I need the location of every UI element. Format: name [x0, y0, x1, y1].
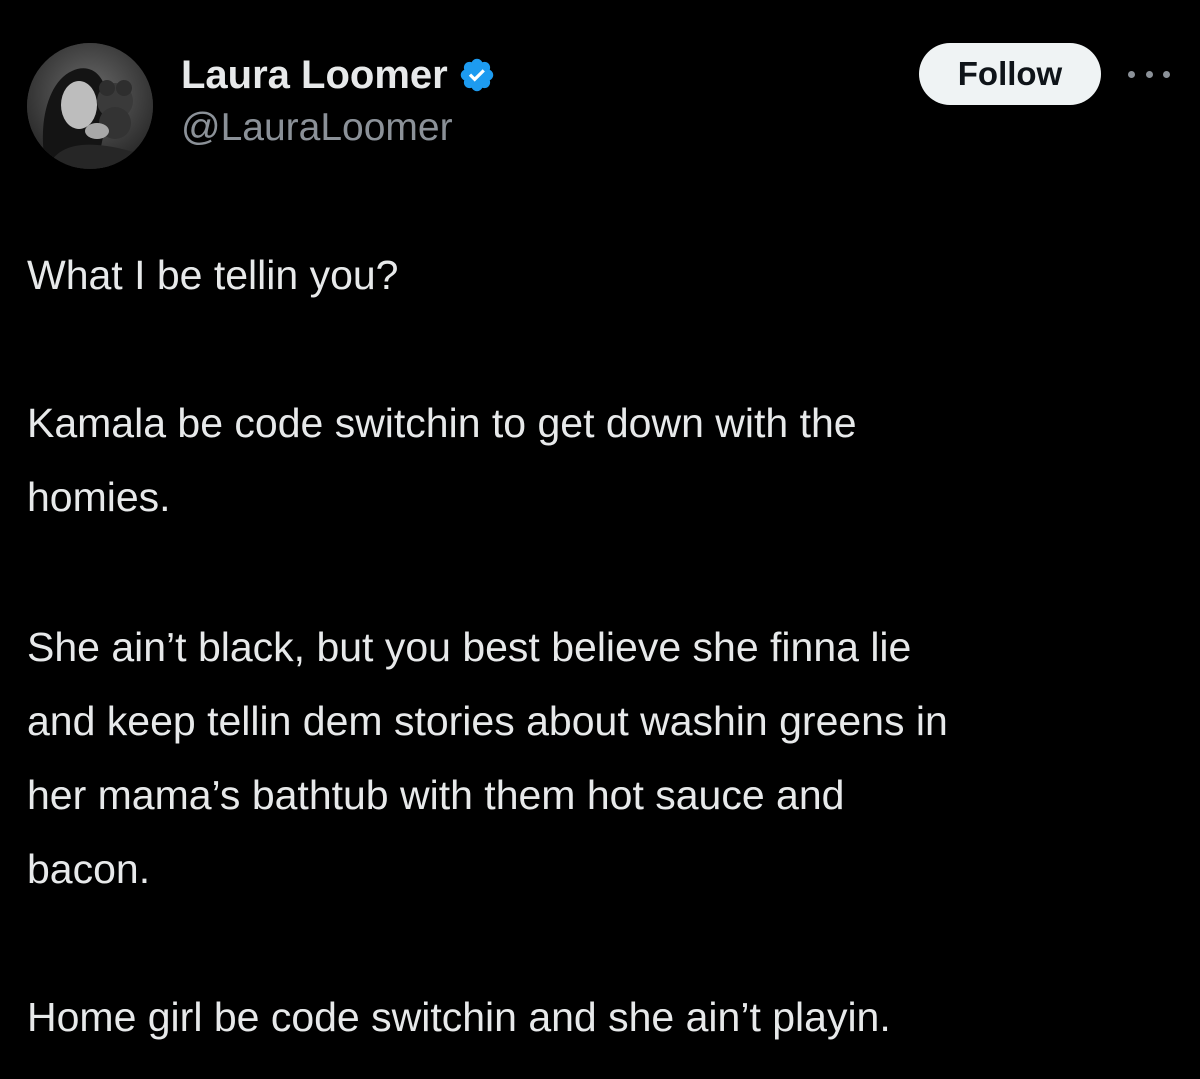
- follow-button[interactable]: Follow: [919, 43, 1101, 105]
- avatar[interactable]: [27, 43, 153, 169]
- tweet: Laura Loomer @LauraLoomer Follow What I …: [0, 0, 1200, 1079]
- tweet-paragraph-4: Home girl be code switchin and she ain’t…: [27, 980, 891, 1054]
- text-line: What I be tellin you?: [27, 252, 399, 298]
- text-line: and keep tellin dem stories about washin…: [27, 698, 948, 744]
- text-line: Kamala be code switchin to get down with…: [27, 400, 857, 446]
- text-line: She ain’t black, but you best believe sh…: [27, 624, 912, 670]
- tweet-paragraph-1: What I be tellin you?: [27, 238, 398, 312]
- more-horizontal-icon[interactable]: [1128, 62, 1170, 86]
- dot: [1163, 70, 1170, 78]
- author-handle[interactable]: @LauraLoomer: [181, 106, 453, 150]
- dot: [1145, 70, 1153, 78]
- tweet-paragraph-2: Kamala be code switchin to get down with…: [27, 386, 857, 534]
- display-name[interactable]: Laura Loomer: [181, 53, 448, 98]
- text-line: bacon.: [27, 846, 151, 892]
- avatar-photo: [27, 43, 153, 169]
- tweet-paragraph-3: She ain’t black, but you best believe sh…: [27, 610, 948, 906]
- text-line: homies.: [27, 474, 171, 520]
- text-line: Home girl be code switchin and she ain’t…: [27, 994, 891, 1040]
- text-line: her mama’s bathtub with them hot sauce a…: [27, 772, 845, 818]
- author-name-row: Laura Loomer: [181, 50, 496, 100]
- verified-badge-icon: [458, 56, 496, 94]
- dot: [1128, 70, 1135, 78]
